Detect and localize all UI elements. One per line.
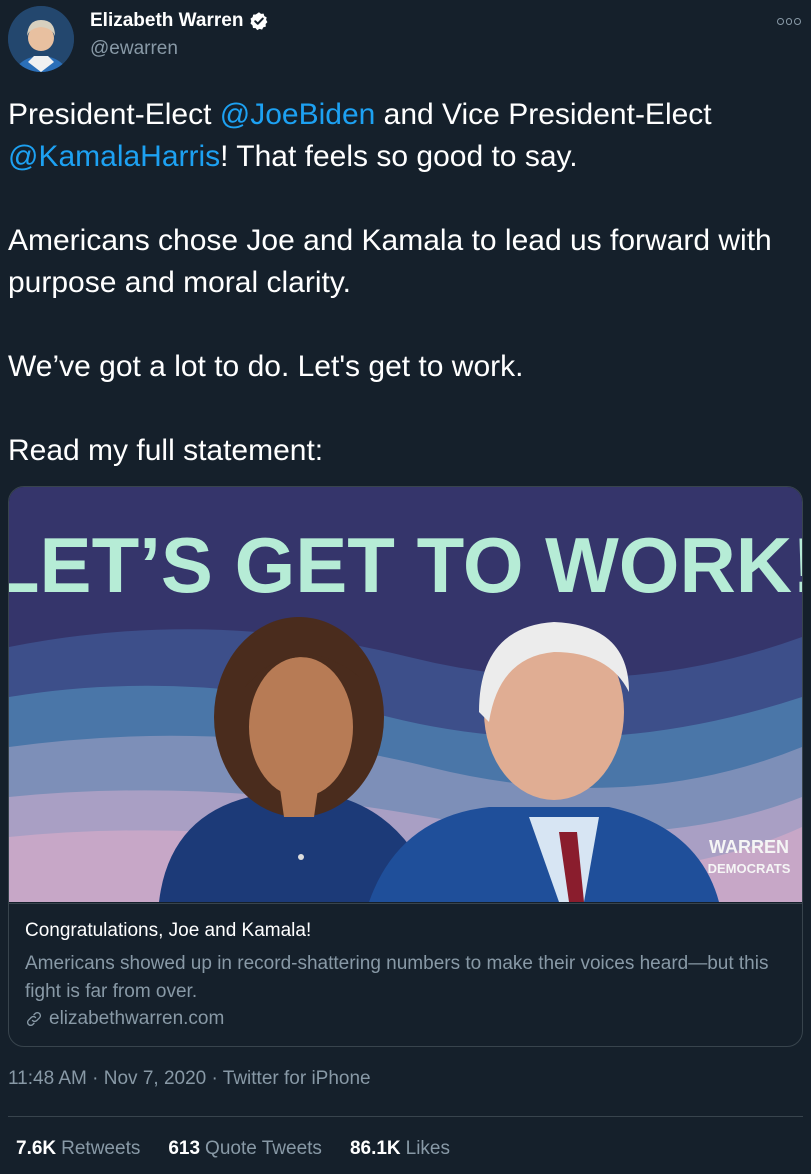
tweet-text: President-Elect @JoeBiden and Vice Presi… [8, 94, 798, 514]
quote-tweets-stat[interactable]: 613 Quote Tweets [168, 1138, 322, 1160]
tweet-paragraph-4: Read my full statement: [8, 434, 324, 467]
stat-count: 7.6K [16, 1138, 57, 1159]
tweet-source[interactable]: Twitter for iPhone [223, 1068, 371, 1089]
avatar[interactable] [8, 6, 74, 72]
text-span: ! That feels so good to say. [220, 140, 578, 173]
stat-label: Retweets [61, 1138, 141, 1159]
card-domain: elizabethwarren.com [25, 1008, 786, 1030]
tweet-time[interactable]: 11:48 AM [8, 1068, 87, 1089]
tweet-date[interactable]: Nov 7, 2020 [104, 1068, 206, 1089]
card-headline: LET’S GET TO WORK! [9, 521, 802, 609]
link-card[interactable]: LET’S GET TO WORK! WARREN DEMOCRATS Cong… [8, 486, 803, 1047]
warren-logo-line2: DEMOCRATS [708, 861, 791, 876]
card-description: Americans showed up in record-shattering… [25, 953, 769, 1002]
stat-label: Quote Tweets [205, 1138, 322, 1159]
dot-icon [785, 17, 793, 25]
link-icon [26, 1011, 42, 1027]
text-span: and Vice President-Elect [375, 98, 712, 131]
handle[interactable]: @ewarren [90, 38, 178, 60]
stat-count: 613 [168, 1138, 201, 1159]
display-name[interactable]: Elizabeth Warren [90, 10, 243, 32]
mention-link[interactable]: @JoeBiden [220, 98, 376, 131]
warren-logo-line1: WARREN [709, 837, 789, 857]
author-name-row: Elizabeth Warren [90, 10, 269, 32]
stat-count: 86.1K [349, 1138, 401, 1159]
tweet-stats: 7.6K Retweets 613 Quote Tweets 86.1K Likes [16, 1138, 450, 1160]
more-options-icon[interactable] [777, 14, 802, 28]
separator: · [86, 1068, 104, 1089]
tweet-paragraph-1: President-Elect @JoeBiden and Vice Presi… [8, 94, 798, 178]
likes-stat[interactable]: 86.1K Likes [350, 1138, 450, 1160]
separator: · [206, 1068, 223, 1089]
avatar-photo [8, 6, 74, 72]
divider [8, 1116, 803, 1117]
dot-icon [777, 17, 784, 25]
card-domain-text: elizabethwarren.com [49, 1008, 225, 1029]
dot-icon [794, 17, 802, 25]
verified-badge-icon [249, 11, 269, 31]
tweet-meta: 11:48 AM · Nov 7, 2020 · Twitter for iPh… [8, 1068, 371, 1090]
mention-link[interactable]: @KamalaHarris [8, 140, 220, 173]
retweets-stat[interactable]: 7.6K Retweets [16, 1138, 140, 1160]
card-image[interactable]: LET’S GET TO WORK! WARREN DEMOCRATS [9, 487, 802, 902]
tweet-paragraph-2: Americans chose Joe and Kamala to lead u… [8, 224, 772, 299]
stat-label: Likes [405, 1138, 450, 1159]
tweet-paragraph-3: We’ve got a lot to do. Let's get to work… [8, 350, 524, 383]
card-body[interactable]: Congratulations, Joe and Kamala! America… [9, 903, 802, 1046]
card-title: Congratulations, Joe and Kamala! [25, 920, 312, 941]
text-span: President-Elect [8, 98, 220, 131]
